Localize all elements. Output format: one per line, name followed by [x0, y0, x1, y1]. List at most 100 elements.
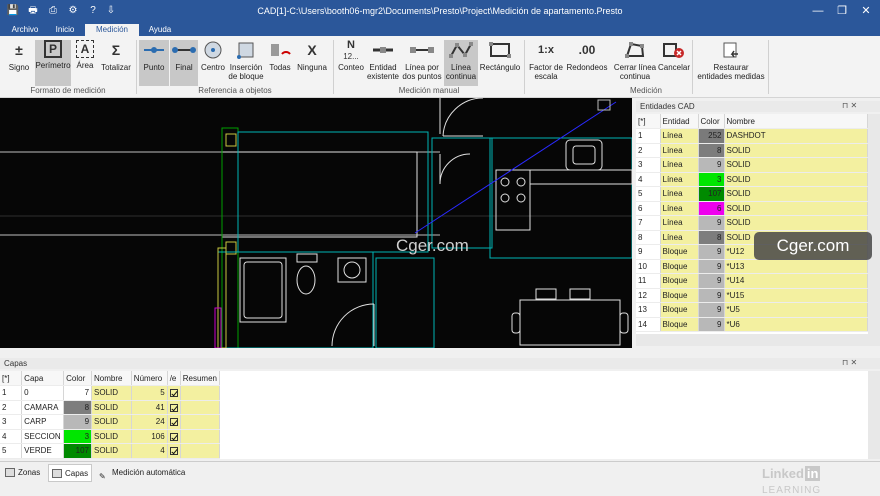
capas-table-container: [*] Capa Color Nombre Número /e Resumen …: [0, 371, 868, 459]
count-icon-sub: 12...: [343, 52, 359, 61]
row-index: 8: [636, 230, 661, 245]
restaurar-button[interactable]: Restaurar entidades medidas: [695, 40, 767, 86]
visible-checkbox[interactable]: [167, 443, 181, 459]
settings-icon[interactable]: ⚙: [66, 4, 80, 18]
todas-button[interactable]: Todas: [266, 40, 294, 86]
factor-escala-button[interactable]: 1:x Factor de escala: [528, 40, 564, 86]
capas-pin-icon[interactable]: ⊓ ✕: [842, 358, 857, 367]
dos-puntos-button[interactable]: Línea por dos puntos: [401, 40, 443, 86]
row-index: 6: [636, 201, 661, 216]
zones-icon: [5, 468, 15, 477]
table-row[interactable]: 4 SECCION 3 SOLID 106: [0, 429, 221, 444]
col-nombre[interactable]: Nombre: [91, 371, 132, 386]
table-row[interactable]: 2 Línea 8 SOLID: [636, 143, 868, 158]
cerrar-linea-button[interactable]: Cerrar línea continua: [612, 40, 658, 86]
close-button[interactable]: ✕: [856, 3, 876, 19]
table-row[interactable]: 5 Línea 107 SOLID: [636, 186, 868, 202]
final-button[interactable]: Final: [170, 40, 198, 86]
area-label: Área: [76, 61, 94, 70]
layer-name: CARP: [21, 414, 65, 430]
entity-type: Bloque: [660, 288, 699, 303]
capas-scrollbar[interactable]: [868, 371, 880, 459]
capas-header-row: [*] Capa Color Nombre Número /e Resumen: [0, 371, 221, 386]
table-row[interactable]: 10 Bloque 9 *U13: [636, 259, 868, 274]
table-row[interactable]: 1 Línea 252 DASHDOT: [636, 128, 868, 144]
rectangulo-label: Rectángulo: [479, 63, 521, 72]
minimize-button[interactable]: —: [808, 3, 828, 19]
col-entidad[interactable]: Entidad: [660, 114, 699, 129]
col-capa[interactable]: Capa: [21, 371, 65, 386]
table-row[interactable]: 11 Bloque 9 *U14: [636, 273, 868, 289]
existente-label: Entidad existente: [366, 63, 400, 81]
preview-icon[interactable]: ⎙: [46, 4, 60, 18]
logo-learning: LEARNING: [762, 485, 822, 496]
perimetro-button[interactable]: P Perímetro: [35, 40, 71, 86]
col-resumen[interactable]: Resumen: [180, 371, 221, 386]
area-button[interactable]: A Área: [72, 40, 98, 86]
table-row[interactable]: 2 CAMARA 8 SOLID 41: [0, 400, 221, 415]
col-numero[interactable]: Número: [131, 371, 168, 386]
capas-table: [*] Capa Color Nombre Número /e Resumen …: [0, 371, 221, 459]
col-e[interactable]: /e: [167, 371, 181, 386]
table-row[interactable]: 1 0 7 SOLID 5: [0, 385, 221, 401]
table-row[interactable]: 13 Bloque 9 *U5: [636, 302, 868, 318]
visible-checkbox[interactable]: [167, 400, 181, 415]
cancelar-button[interactable]: Cancelar: [658, 40, 690, 86]
tab-archivo[interactable]: Archivo: [4, 24, 46, 36]
punto-button[interactable]: Punto: [139, 40, 169, 86]
table-row[interactable]: 12 Bloque 9 *U15: [636, 288, 868, 303]
centro-button[interactable]: Centro: [199, 40, 227, 86]
visible-checkbox[interactable]: [167, 429, 181, 444]
col-color[interactable]: Color: [63, 371, 93, 386]
help-icon[interactable]: ?: [86, 4, 100, 18]
polyline-icon: [448, 40, 474, 60]
table-row[interactable]: 4 Línea 3 SOLID: [636, 172, 868, 187]
customize-icon[interactable]: ⇩: [104, 4, 118, 18]
totalizar-button[interactable]: Σ Totalizar: [99, 40, 133, 86]
visible-checkbox[interactable]: [167, 414, 181, 430]
color-swatch: 9: [698, 302, 725, 318]
row-index: 4: [636, 172, 661, 187]
existente-button[interactable]: Entidad existente: [366, 40, 400, 86]
conteo-button[interactable]: N 12... Conteo: [336, 40, 366, 86]
color-swatch: 9: [698, 317, 725, 332]
save-icon[interactable]: 💾: [6, 4, 20, 18]
visible-checkbox[interactable]: [167, 385, 181, 401]
col-index[interactable]: [*]: [636, 114, 661, 129]
entidades-hscrollbar[interactable]: [636, 334, 880, 346]
cad-canvas[interactable]: Cger.com: [0, 98, 632, 348]
ninguna-button[interactable]: X Ninguna: [295, 40, 329, 86]
redondeos-button[interactable]: .00 Redondeos: [565, 40, 609, 86]
tab-medicion-automatica-label: Medición automática: [112, 468, 186, 477]
table-row[interactable]: 5 VERDE 107 SOLID 4: [0, 443, 221, 459]
row-index: 13: [636, 302, 661, 318]
entidades-header-row: [*] Entidad Color Nombre: [636, 114, 868, 129]
insercion-button[interactable]: Inserción de bloque: [228, 40, 264, 86]
insercion-label: Inserción de bloque: [228, 63, 264, 81]
row-index: 5: [0, 443, 23, 459]
table-row[interactable]: 3 CARP 9 SOLID 24: [0, 414, 221, 430]
entity-type: Bloque: [660, 302, 699, 318]
table-row[interactable]: 6 Línea 6 SOLID: [636, 201, 868, 216]
entidades-scrollbar[interactable]: [868, 114, 880, 334]
tab-zonas[interactable]: Zonas: [2, 464, 46, 482]
col-color[interactable]: Color: [698, 114, 725, 129]
tab-inicio[interactable]: Inicio: [48, 24, 82, 36]
table-row[interactable]: 7 Línea 9 SOLID: [636, 215, 868, 231]
restore-button[interactable]: ❐: [832, 3, 852, 19]
panel-pin-icon[interactable]: ⊓ ✕: [842, 101, 857, 110]
col-nombre[interactable]: Nombre: [724, 114, 868, 129]
tab-ayuda[interactable]: Ayuda: [142, 24, 178, 36]
tab-medicion[interactable]: Medición: [85, 24, 139, 36]
table-row[interactable]: 14 Bloque 9 *U6: [636, 317, 868, 332]
check-icon: [169, 432, 178, 441]
linea-continua-button[interactable]: Línea continua: [444, 40, 478, 86]
tab-capas[interactable]: Capas: [48, 464, 92, 482]
table-row[interactable]: 3 Línea 9 SOLID: [636, 157, 868, 173]
tab-medicion-automatica[interactable]: ✎ Medición automática: [96, 464, 196, 482]
color-swatch: 9: [698, 215, 725, 231]
rectangulo-button[interactable]: Rectángulo: [478, 40, 522, 86]
signo-button[interactable]: ± Signo: [4, 40, 34, 86]
print-icon[interactable]: 🖶: [26, 4, 40, 18]
col-index[interactable]: [*]: [0, 371, 23, 386]
